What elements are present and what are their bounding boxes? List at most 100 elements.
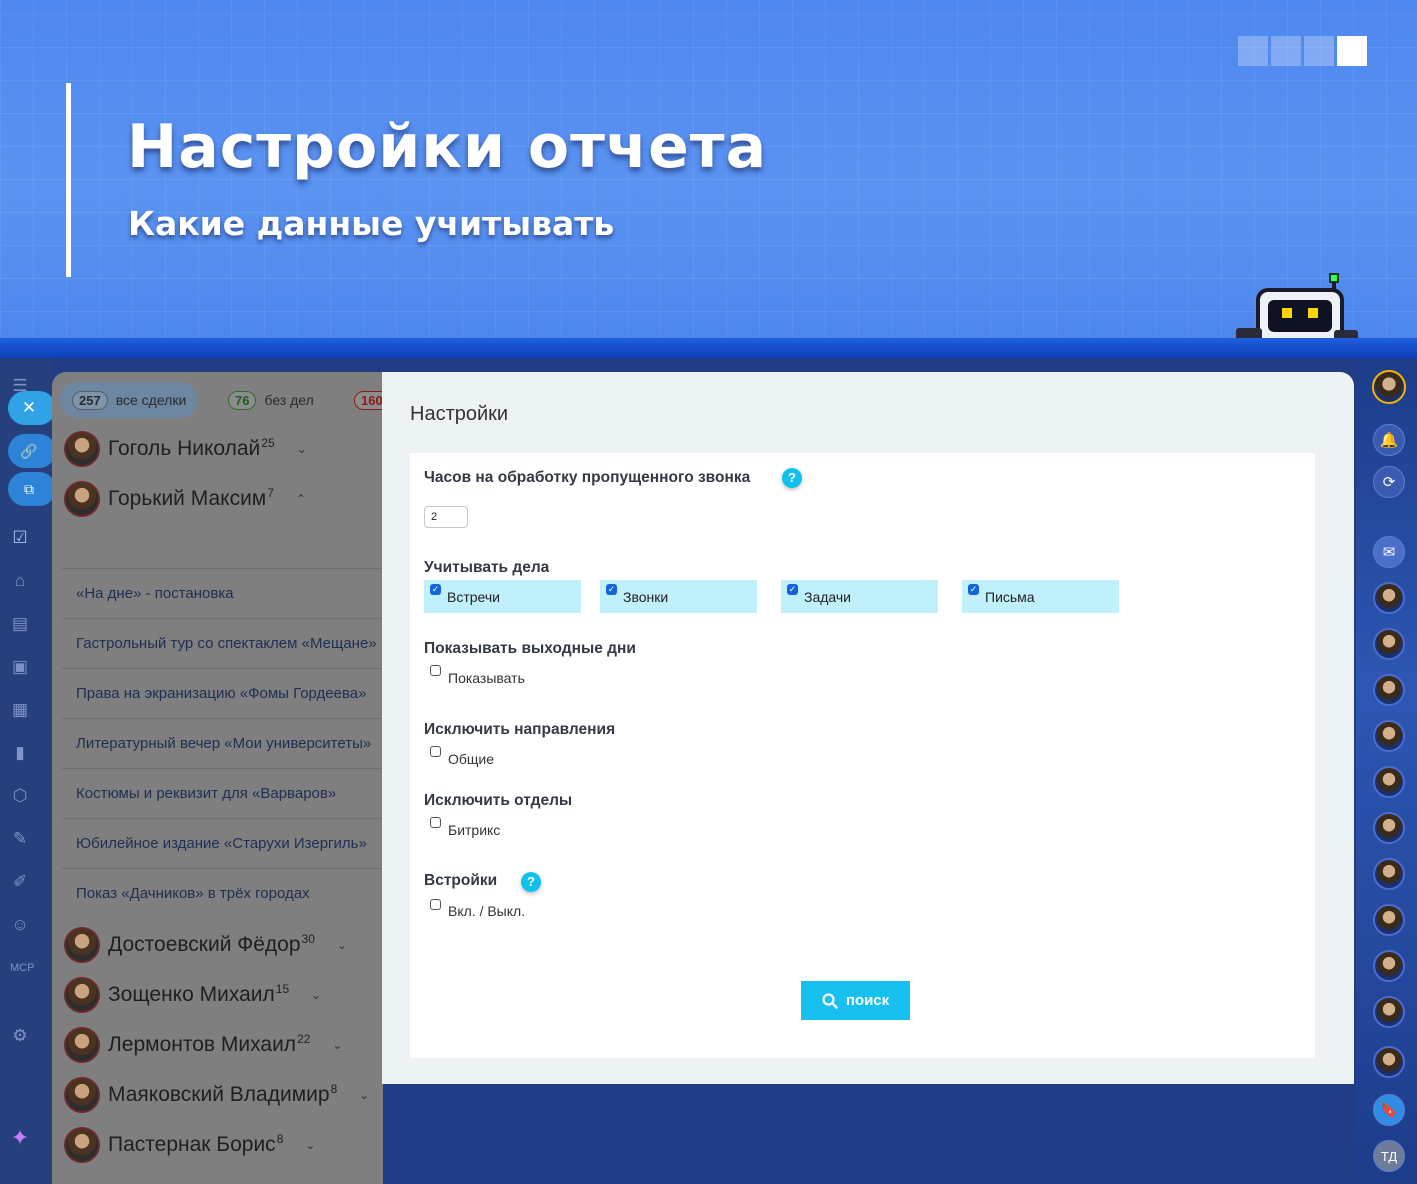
help-icon[interactable]: ? [782, 468, 802, 488]
checkbox-label: Встречи [447, 589, 500, 605]
tasks-icon[interactable]: ☑ [10, 528, 30, 548]
person-name: Горький Максим [108, 487, 267, 510]
external-link-icon[interactable]: ⧉ [8, 472, 56, 506]
checkbox-checked-icon[interactable]: ✓ [787, 584, 798, 595]
contact-avatar[interactable] [1373, 950, 1405, 982]
filter-label: без дел [264, 392, 314, 408]
filter-all-deals[interactable]: 257 все сделки [60, 382, 199, 418]
ai-assistant-icon[interactable]: ✦ [6, 1127, 34, 1156]
person-name: Зощенко Михаил [108, 983, 275, 1006]
person-row[interactable]: Гоголь Николай 25 ⌄ [64, 429, 307, 469]
checkbox-calls[interactable]: ✓ Звонки [600, 580, 757, 613]
checkbox-unchecked[interactable] [430, 746, 441, 757]
deal-count: 22 [297, 1032, 311, 1046]
document-icon[interactable]: ▤ [10, 614, 30, 634]
help-icon[interactable]: ? [521, 872, 541, 892]
bell-icon[interactable]: 🔔 [1373, 424, 1405, 456]
store-icon[interactable]: ⌂ [10, 571, 30, 591]
person-name: Маяковский Владимир [108, 1083, 330, 1106]
avatar [64, 977, 100, 1013]
hexagon-icon[interactable]: ⬡ [10, 786, 30, 806]
deal-count: 7 [267, 486, 274, 500]
avatar [64, 1027, 100, 1063]
person-row[interactable]: Достоевский Фёдор 30 ⌄ [64, 925, 347, 965]
bookmark-icon[interactable]: 🔖 [1373, 1094, 1405, 1126]
crm-app: ☰ ✕ 🔗 ⧉ ☑ ⌂ ▤ ▣ ▦ ▮ ⬡ ✎ ✐ ☺ MCP ⚙ ✦ 257 … [0, 358, 1417, 1184]
filter-overdue[interactable]: 160 [342, 382, 383, 418]
filter-no-activities[interactable]: 76 без дел [216, 382, 326, 418]
person-row[interactable]: Лермонтов Михаил 22 ⌄ [64, 1025, 342, 1065]
person-row[interactable]: Пастернак Борис 8 ⌄ [64, 1125, 315, 1165]
deal-item[interactable]: Показ «Дачников» в трёх городах [62, 868, 383, 918]
chevron-down-icon[interactable]: ⌄ [359, 1088, 369, 1102]
deal-item[interactable]: Гастрольный тур со спектаклем «Мещане» [62, 618, 383, 668]
chevron-down-icon[interactable]: ⌄ [332, 1038, 342, 1052]
messages-icon[interactable]: ✉ [1373, 536, 1405, 568]
filter-count: 76 [228, 390, 257, 410]
checkbox-tasks[interactable]: ✓ Задачи [781, 580, 938, 613]
contact-avatar[interactable] [1373, 858, 1405, 890]
person-row[interactable]: Зощенко Михаил 15 ⌄ [64, 975, 321, 1015]
deal-count: 30 [301, 932, 315, 946]
search-button[interactable]: поиск [801, 981, 910, 1020]
edit-document-icon[interactable]: ✎ [10, 829, 30, 849]
avatar [64, 1127, 100, 1163]
chevron-down-icon[interactable]: ⌄ [305, 1138, 315, 1152]
checkbox-unchecked[interactable] [430, 817, 441, 828]
analytics-icon[interactable]: ▮ [10, 743, 30, 763]
missed-call-label: Часов на обработку пропущенного звонка [424, 469, 751, 486]
person-row[interactable]: Горький Максим 7 ⌃ [64, 479, 306, 519]
close-icon[interactable]: ✕ [8, 391, 56, 425]
user-avatar[interactable] [1372, 370, 1406, 404]
contact-avatar[interactable] [1373, 766, 1405, 798]
exclude-directions-label: Исключить направления [424, 721, 616, 738]
deal-item[interactable]: Литературный вечер «Мои университеты» [62, 718, 383, 768]
banner-title: Настройки отчета [127, 112, 768, 182]
initials-avatar[interactable]: ТД [1373, 1140, 1405, 1172]
contact-avatar[interactable] [1373, 628, 1405, 660]
banner-stripe [0, 338, 1417, 358]
checkbox-label: Показывать [448, 670, 525, 686]
checkbox-unchecked[interactable] [430, 899, 441, 910]
filter-label: все сделки [115, 392, 187, 408]
link-icon[interactable]: 🔗 [8, 434, 56, 468]
checkbox-checked-icon[interactable]: ✓ [606, 584, 617, 595]
deal-item[interactable]: «На дне» - постановка [62, 568, 383, 618]
deal-item[interactable]: Юбилейное издание «Старухи Изергиль» [62, 818, 383, 868]
panel-title: Настройки [410, 403, 509, 425]
settings-panel: Настройки Часов на обработку пропущенног… [382, 372, 1354, 1084]
contact-avatar[interactable] [1373, 1046, 1405, 1078]
deal-item[interactable]: Права на экранизацию «Фомы Гордеева» [62, 668, 383, 718]
chat-sync-icon[interactable]: ⟳ [1373, 466, 1405, 498]
calendar-icon[interactable]: ▦ [10, 700, 30, 720]
chevron-down-icon[interactable]: ⌄ [311, 988, 321, 1002]
pen-icon[interactable]: ✐ [10, 872, 30, 892]
person-name: Гоголь Николай [108, 437, 261, 460]
mcp-icon[interactable]: MCP [10, 958, 34, 978]
avatar [64, 927, 100, 963]
checkbox-unchecked[interactable] [430, 665, 441, 676]
contact-avatar[interactable] [1373, 812, 1405, 844]
chevron-down-icon[interactable]: ⌄ [297, 442, 307, 456]
chevron-down-icon[interactable]: ⌄ [337, 938, 347, 952]
contact-avatar[interactable] [1373, 674, 1405, 706]
chevron-up-icon[interactable]: ⌃ [296, 492, 306, 506]
contact-avatar[interactable] [1373, 582, 1405, 614]
contact-avatar[interactable] [1373, 904, 1405, 936]
settings-icon[interactable]: ⚙ [10, 1026, 30, 1046]
checkbox-checked-icon[interactable]: ✓ [430, 584, 441, 595]
contact-avatar[interactable] [1373, 720, 1405, 752]
deal-item[interactable]: Костюмы и реквизит для «Варваров» [62, 768, 383, 818]
contact-avatar[interactable] [1373, 996, 1405, 1028]
deal-count: 8 [330, 1082, 338, 1096]
checkbox-checked-icon[interactable]: ✓ [968, 584, 979, 595]
filter-pills: 257 все сделки 76 без дел 160 [52, 378, 383, 418]
checkbox-emails[interactable]: ✓ Письма [962, 580, 1119, 613]
robot-icon[interactable]: ☺ [10, 915, 30, 935]
checkbox-meetings[interactable]: ✓ Встречи [424, 580, 581, 613]
weekends-label: Показывать выходные дни [424, 640, 636, 657]
missed-call-hours-input[interactable] [424, 506, 468, 528]
person-row[interactable]: Маяковский Владимир 8 ⌄ [64, 1075, 369, 1115]
settings-card: Часов на обработку пропущенного звонка ?… [410, 453, 1315, 1058]
presentation-icon[interactable]: ▣ [10, 657, 30, 677]
